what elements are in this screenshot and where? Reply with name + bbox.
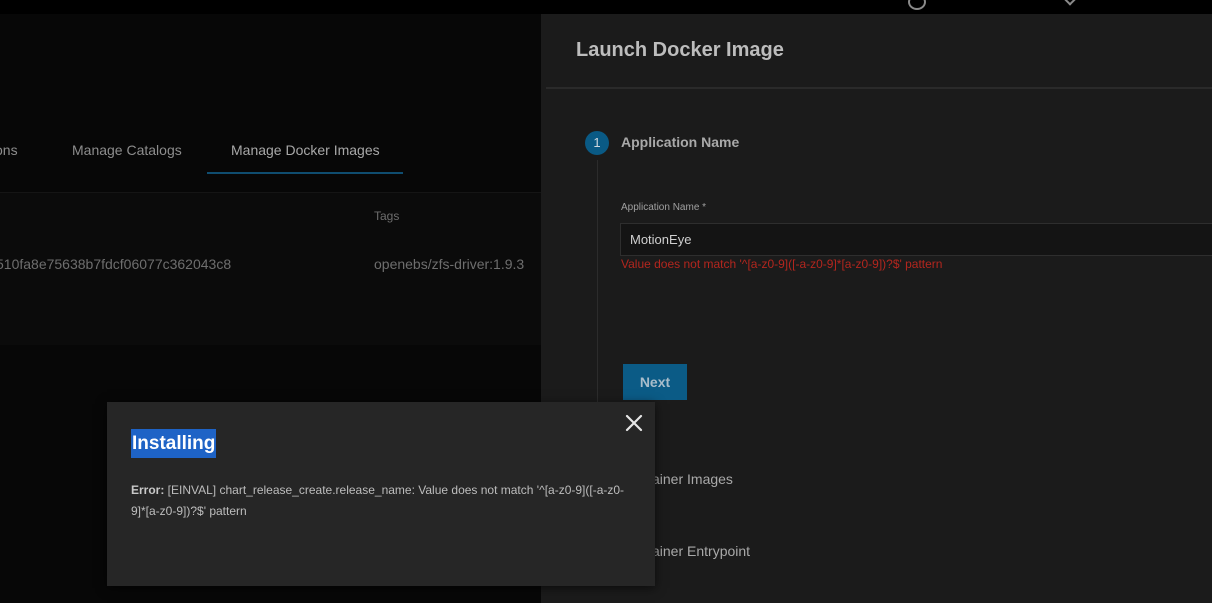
step-application-name[interactable]: Application Name [621, 134, 739, 150]
step-number-badge: 1 [585, 131, 609, 155]
installing-dialog: Installing Error: [EINVAL] chart_release… [107, 402, 655, 586]
tab-bar: ons Manage Catalogs Manage Docker Images [0, 132, 541, 190]
error-message-text: [EINVAL] chart_release_create.release_na… [131, 483, 625, 518]
image-tag-cell: openebs/zfs-driver:1.9.3 [374, 256, 525, 272]
application-name-input[interactable] [620, 223, 1212, 256]
top-bar [0, 0, 1212, 14]
step-container-entrypoint[interactable]: ainer Entrypoint [652, 543, 750, 559]
step-container-images[interactable]: ainer Images [652, 471, 733, 487]
tab-manage-catalogs[interactable]: Manage Catalogs [72, 142, 182, 158]
user-icon[interactable] [908, 0, 926, 10]
divider [546, 87, 1212, 89]
active-tab-indicator [207, 172, 403, 174]
column-header-tags: Tags [374, 209, 400, 223]
tab-manage-docker-images[interactable]: Manage Docker Images [231, 142, 380, 158]
dialog-title: Installing [131, 429, 217, 458]
image-id-cell: 510fa8e75638b7fdcf06077c362043c8 [0, 256, 232, 272]
panel-title: Launch Docker Image [576, 39, 784, 61]
close-icon[interactable] [625, 414, 643, 432]
error-prefix: Error: [131, 483, 165, 497]
tab-installed-applications[interactable]: ons [0, 142, 18, 158]
application-name-label: Application Name * [621, 202, 707, 213]
dialog-error-message: Error: [EINVAL] chart_release_create.rel… [131, 480, 631, 522]
docker-images-table: Tags 510fa8e75638b7fdcf06077c362043c8 op… [0, 193, 541, 345]
validation-error-text: Value does not match '^[a-z0-9]([-a-z0-9… [621, 257, 943, 271]
next-button[interactable]: Next [623, 364, 687, 400]
chevron-down-icon[interactable] [1064, 0, 1076, 6]
